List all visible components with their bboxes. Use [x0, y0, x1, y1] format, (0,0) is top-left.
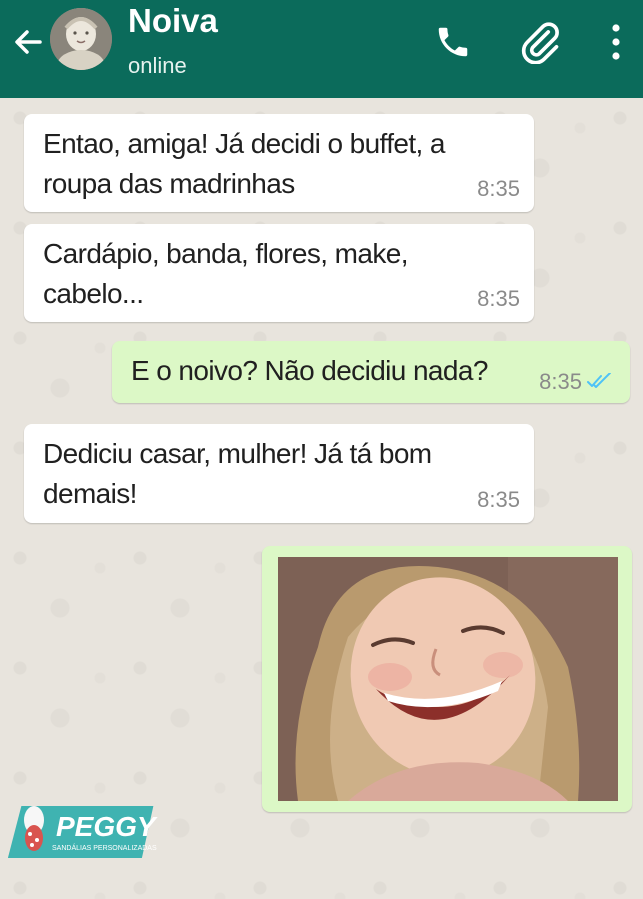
message-text: Dediciu casar, mulher! Já tá bom demais!	[43, 434, 432, 514]
message-line: Dediciu casar, mulher! Já tá bom	[43, 438, 432, 469]
message-time: 8:35	[477, 286, 520, 311]
message-text: Entao, amiga! Já decidi o buffet, a roup…	[43, 124, 445, 204]
avatar-photo	[50, 8, 112, 70]
chat-header: Noiva online	[0, 0, 643, 98]
logo-brand: PEGGY	[56, 811, 158, 842]
message-text: E o noivo? Não decidiu nada?	[131, 351, 488, 391]
back-arrow-icon[interactable]	[10, 24, 46, 60]
paperclip-icon[interactable]	[518, 20, 562, 64]
incoming-message-bubble[interactable]: Dediciu casar, mulher! Já tá bom demais!…	[24, 424, 534, 523]
message-line: Cardápio, banda, flores, make,	[43, 238, 408, 269]
image-message-photo[interactable]	[278, 557, 618, 801]
message-time: 8:35	[477, 487, 520, 512]
incoming-message-bubble[interactable]: Entao, amiga! Já decidi o buffet, a roup…	[24, 114, 534, 212]
message-time: 8:35	[477, 176, 520, 201]
smiling-girl-image	[278, 557, 618, 801]
double-check-icon	[587, 373, 611, 388]
outgoing-message-bubble[interactable]: E o noivo? Não decidiu nada? 8:35	[112, 341, 630, 403]
message-line: Entao, amiga! Já decidi o buffet, a	[43, 128, 445, 159]
logo-tagline: SANDÁLIAS PERSONALIZADAS	[52, 843, 157, 852]
message-text: Cardápio, banda, flores, make, cabelo...	[43, 234, 408, 314]
contact-status: online	[128, 53, 187, 78]
message-line: E o noivo? Não decidiu nada?	[131, 355, 488, 386]
outgoing-image-bubble[interactable]	[262, 546, 632, 812]
more-vert-icon[interactable]	[606, 22, 626, 62]
contact-name[interactable]: Noiva	[128, 2, 218, 40]
incoming-message-bubble[interactable]: Cardápio, banda, flores, make, cabelo...…	[24, 224, 534, 322]
peggy-logo: PEGGY SANDÁLIAS PERSONALIZADAS	[8, 806, 158, 858]
message-time: 8:35	[539, 369, 582, 394]
sandal-icon	[24, 806, 44, 851]
message-line: demais!	[43, 478, 137, 509]
phone-icon[interactable]	[434, 23, 472, 61]
message-line: cabelo...	[43, 278, 144, 309]
message-line: roupa das madrinhas	[43, 168, 295, 199]
contact-avatar[interactable]	[50, 8, 112, 70]
